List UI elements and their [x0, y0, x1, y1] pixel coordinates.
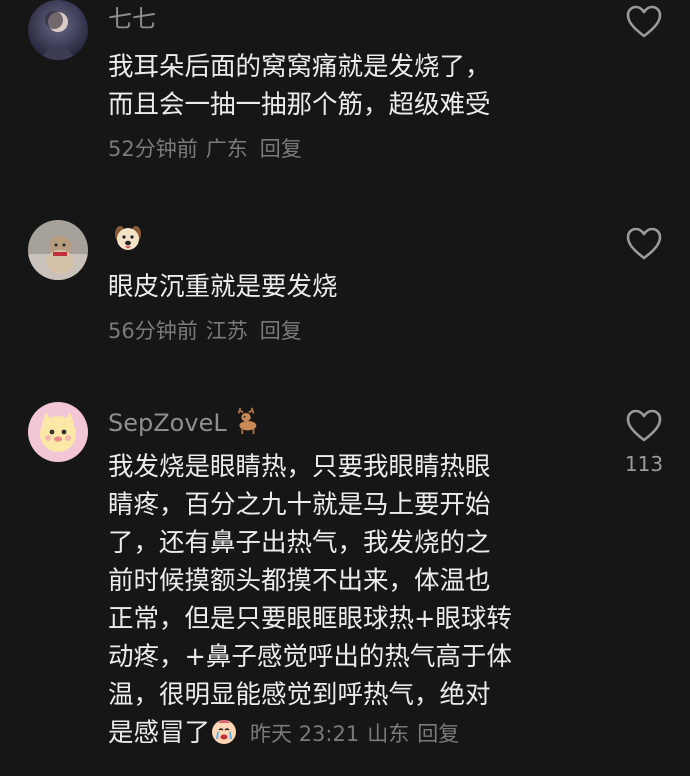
reply-button[interactable]: 回复 — [417, 722, 459, 746]
like-button[interactable] — [626, 409, 662, 443]
comment-time: 52分钟前 — [108, 137, 198, 161]
comment-text-line: 睛疼，百分之九十就是马上要开始 — [108, 490, 491, 520]
like-button[interactable] — [626, 227, 662, 261]
comment-text-line: 了，还有鼻子出热气，我发烧的之 — [108, 528, 491, 558]
comment-time: 56分钟前 — [108, 319, 198, 343]
comment-text-line-last: 是感冒了 昨天 23:21 山东 回复 — [108, 714, 598, 753]
dog-face-emoji — [112, 222, 144, 262]
username[interactable] — [108, 222, 144, 262]
comment-text-line: 是感冒了 — [108, 718, 211, 748]
comment-location: 山东 — [367, 722, 410, 746]
avatar[interactable] — [28, 402, 88, 462]
comment-location: 广东 — [205, 137, 248, 161]
reply-button[interactable]: 回复 — [260, 319, 302, 343]
deer-emoji — [231, 404, 261, 444]
comment-text-line: 温，很明显能感觉到呼热气，绝对 — [108, 680, 491, 710]
heart-icon — [626, 227, 662, 260]
comment-location: 江苏 — [205, 319, 248, 343]
comment-text-line: 而且会一抽一抽那个筋，超级难受 — [108, 90, 491, 120]
comment-meta: 56分钟前 江苏 回复 — [108, 317, 310, 345]
avatar[interactable] — [28, 0, 88, 60]
like-button[interactable] — [626, 5, 662, 39]
reply-button[interactable]: 回复 — [260, 137, 302, 161]
comment-text-line: 前时候摸额头都摸不出来，体温也 — [108, 566, 491, 596]
comment-text: 眼皮沉重就是要发烧 — [108, 268, 598, 306]
comment-text-line: 眼皮沉重就是要发烧 — [108, 272, 338, 302]
comment-text: 我耳朵后面的窝窝痛就是发烧了， 而且会一抽一抽那个筋，超级难受 — [108, 48, 598, 124]
crying-face-emoji — [210, 717, 238, 745]
comment-meta: 52分钟前 广东 回复 — [108, 135, 310, 163]
comment-text-line: 我发烧是眼睛热，只要我眼睛热眼 — [108, 452, 491, 482]
like-count: 113 — [624, 452, 664, 476]
username[interactable]: SepZoveL — [108, 404, 261, 444]
avatar[interactable] — [28, 220, 88, 280]
username[interactable]: 七七 — [108, 3, 156, 35]
comment-meta: 昨天 23:21 山东 回复 — [250, 722, 467, 746]
username-text: SepZoveL — [108, 409, 227, 437]
heart-icon — [626, 5, 662, 38]
comment-text-line: 动疼，+鼻子感觉呼出的热气高于体 — [108, 642, 512, 672]
comment-text-line: 我耳朵后面的窝窝痛就是发烧了， — [108, 52, 491, 82]
comment-time: 昨天 23:21 — [250, 722, 360, 746]
comment-text-line: 正常，但是只要眼眶眼球热+眼球转 — [108, 604, 512, 634]
heart-icon — [626, 409, 662, 442]
comment-text: 我发烧是眼睛热，只要我眼睛热眼 睛疼，百分之九十就是马上要开始 了，还有鼻子出热… — [108, 448, 598, 753]
